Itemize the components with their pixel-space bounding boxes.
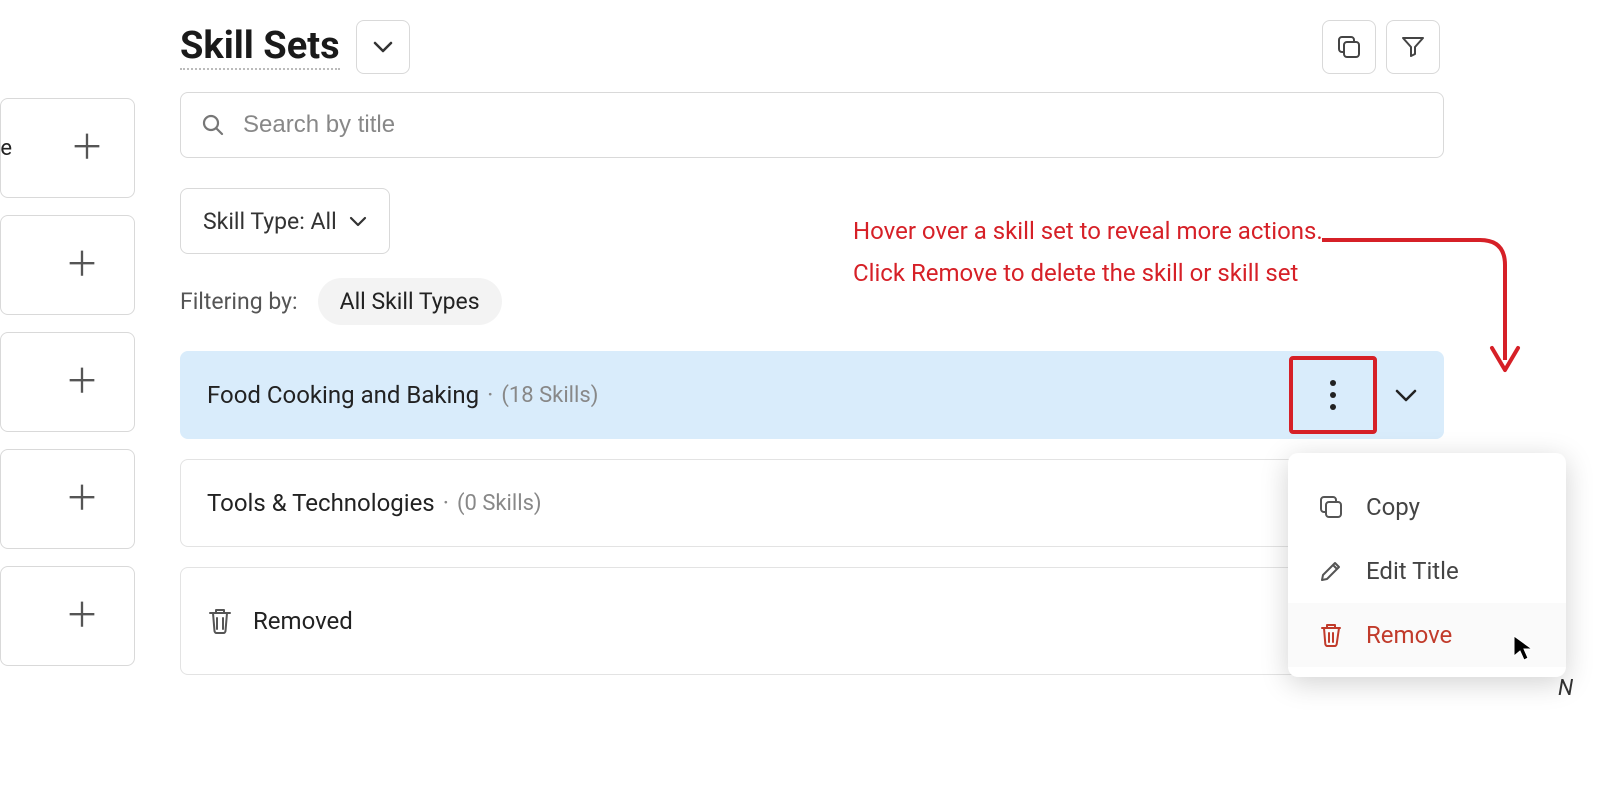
expand-toggle[interactable] [1395,389,1417,402]
chevron-down-icon [1395,389,1417,402]
header: Skill Sets [180,20,1600,74]
plus-icon: ＋ [65,248,99,282]
annotation-line: Click Remove to delete the skill or skil… [853,252,1323,294]
annotation-callout: Hover over a skill set to reveal more ac… [853,210,1323,294]
chevron-down-icon [349,216,367,227]
chevron-down-icon [373,41,393,53]
removed-row[interactable]: Removed [180,567,1444,675]
filter-pill-label: Skill Type: All [203,208,337,235]
pencil-icon [1314,558,1348,584]
menu-item-edit-title[interactable]: Edit Title [1288,539,1566,603]
title-dropdown-button[interactable] [356,20,410,74]
sidebar-item[interactable]: ＋ [0,215,135,315]
skill-set-title: Food Cooking and Baking [207,381,479,409]
menu-item-remove[interactable]: Remove [1288,603,1566,667]
separator: · [443,489,449,517]
skill-count: (18 Skills) [501,383,598,408]
plus-icon: ＋ [65,365,99,399]
skill-set-row[interactable]: Food Cooking and Baking · (18 Skills) [180,351,1444,439]
filter-chip[interactable]: All Skill Types [318,278,502,325]
sidebar-item[interactable]: ＋ [0,566,135,666]
skill-set-row[interactable]: Tools & Technologies · (0 Skills) [180,459,1444,547]
plus-icon: ＋ [65,482,99,516]
page-title: Skill Sets [180,24,340,70]
filtering-by-label: Filtering by: [180,288,298,315]
trash-icon [207,607,233,635]
sidebar-item[interactable]: se ＋ [0,98,135,198]
menu-item-copy[interactable]: Copy [1288,475,1566,539]
sidebar-item[interactable]: ＋ [0,332,135,432]
removed-label: Removed [253,607,353,635]
plus-icon: ＋ [70,131,104,165]
skill-type-filter[interactable]: Skill Type: All [180,188,390,254]
skill-set-title: Tools & Technologies [207,489,435,517]
partial-text: N [1558,676,1573,701]
search-input[interactable] [243,111,1423,139]
main-panel: Skill Sets Skill Type: All Hover over a … [180,20,1600,804]
filter-icon [1400,34,1426,60]
sidebar: se ＋ ＋ ＋ ＋ ＋ [0,98,135,683]
annotation-line: Hover over a skill set to reveal more ac… [853,210,1323,252]
copy-icon [1314,494,1348,520]
kebab-icon [1330,380,1336,410]
more-actions-button[interactable] [1289,356,1377,434]
menu-item-label: Remove [1366,621,1452,649]
sidebar-item-label: se [0,136,12,161]
menu-item-label: Copy [1366,493,1420,521]
copy-icon [1336,34,1362,60]
search-box[interactable] [180,92,1444,158]
filter-action-button[interactable] [1386,20,1440,74]
search-icon [201,113,225,137]
plus-icon: ＋ [65,599,99,633]
sidebar-item[interactable]: ＋ [0,449,135,549]
skill-count: (0 Skills) [457,491,542,516]
trash-icon [1314,622,1348,648]
copy-action-button[interactable] [1322,20,1376,74]
separator: · [487,381,493,409]
context-menu: Copy Edit Title Remove [1288,453,1566,677]
menu-item-label: Edit Title [1366,557,1459,585]
